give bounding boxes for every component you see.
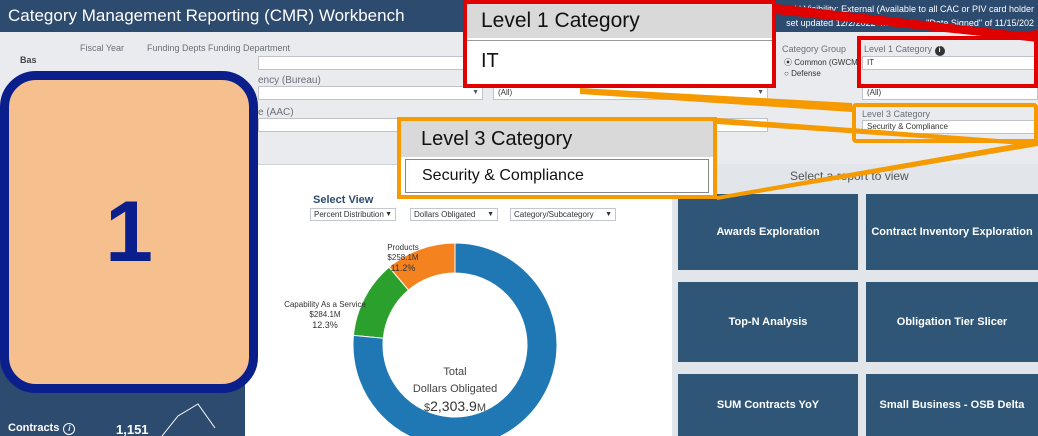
level3-connector-bottom [717,140,1038,200]
level1-connector [776,4,1038,42]
level3-zoom-title: Level 3 Category [401,121,713,157]
step-number: 1 [105,183,153,280]
level3-zoom-value: Security & Compliance [405,159,709,193]
level1-zoom-value: IT [467,40,772,84]
level1-zoom-callout: Level 1 Category IT [463,0,776,88]
step-number-badge: 1 [0,71,258,393]
level3-zoom-callout: Level 3 Category Security & Compliance [397,117,717,199]
level3-connector-upper [580,88,852,112]
level3-connector-top [717,118,1038,146]
level1-zoom-title: Level 1 Category [467,4,772,38]
